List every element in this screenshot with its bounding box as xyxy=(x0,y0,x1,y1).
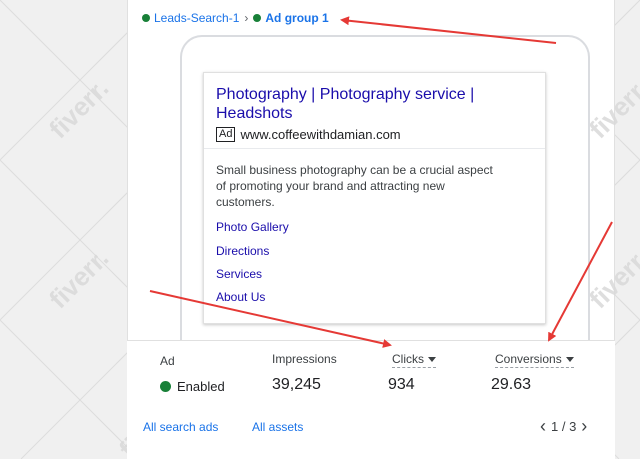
stats-panel: Ad Enabled Impressions 39,245 Clicks 934… xyxy=(127,340,615,459)
pagination: ‹ 1 / 3 › xyxy=(535,417,592,435)
ad-description-line: Small business photography can be a cruc… xyxy=(216,163,493,177)
ad-description-line: customers. xyxy=(216,195,275,209)
chevron-left-icon[interactable]: ‹ xyxy=(535,417,551,435)
caret-down-icon xyxy=(565,357,574,363)
breadcrumb: Leads-Search-1 › Ad group 1 xyxy=(142,9,329,27)
conversions-value: 29.63 xyxy=(491,376,532,393)
breadcrumb-campaign[interactable]: Leads-Search-1 xyxy=(154,11,239,25)
watermark-text: fiverr. xyxy=(43,73,114,144)
impressions-value: 39,245 xyxy=(272,376,321,393)
all-assets-link[interactable]: All assets xyxy=(252,420,303,434)
clicks-metric-dropdown[interactable]: Clicks xyxy=(392,352,436,368)
sitelink-photo-gallery[interactable]: Photo Gallery xyxy=(216,220,289,234)
status-badge: Enabled xyxy=(160,379,225,394)
watermark-text: fiverr. xyxy=(43,243,114,314)
ad-headline-line: Photography | Photography service | xyxy=(216,86,475,103)
chevron-right-icon[interactable]: › xyxy=(576,417,592,435)
breadcrumb-separator: › xyxy=(244,11,249,25)
impressions-label: Impressions xyxy=(272,352,337,366)
sitelink-directions[interactable]: Directions xyxy=(216,244,269,258)
conversions-label: Conversions xyxy=(495,352,562,366)
sitelink-about-us[interactable]: About Us xyxy=(216,290,265,304)
status-label: Enabled xyxy=(177,379,225,394)
status-dot xyxy=(160,381,171,392)
pagination-label: 1 / 3 xyxy=(551,418,577,434)
ad-column-label: Ad xyxy=(160,354,175,368)
ad-description: Small business photography can be a cruc… xyxy=(216,162,536,210)
clicks-label: Clicks xyxy=(392,352,424,366)
ad-preview: Photography | Photography service | Head… xyxy=(203,72,546,324)
ad-description-line: of promoting your brand and attracting n… xyxy=(216,179,445,193)
status-dot xyxy=(142,14,150,22)
ad-badge: Ad xyxy=(216,127,236,142)
breadcrumb-ad-group[interactable]: Ad group 1 xyxy=(265,11,328,25)
all-search-ads-link[interactable]: All search ads xyxy=(143,420,218,434)
clicks-value: 934 xyxy=(388,376,415,393)
ad-headline[interactable]: Photography | Photography service | Head… xyxy=(216,85,536,123)
divider xyxy=(204,148,545,149)
sitelink-services[interactable]: Services xyxy=(216,267,262,281)
ad-display-url: www.coffeewithdamian.com xyxy=(240,127,401,142)
status-dot xyxy=(253,14,262,22)
caret-down-icon xyxy=(428,357,436,363)
conversions-metric-dropdown[interactable]: Conversions xyxy=(495,352,574,368)
ad-headline-line: Headshots xyxy=(216,105,293,122)
